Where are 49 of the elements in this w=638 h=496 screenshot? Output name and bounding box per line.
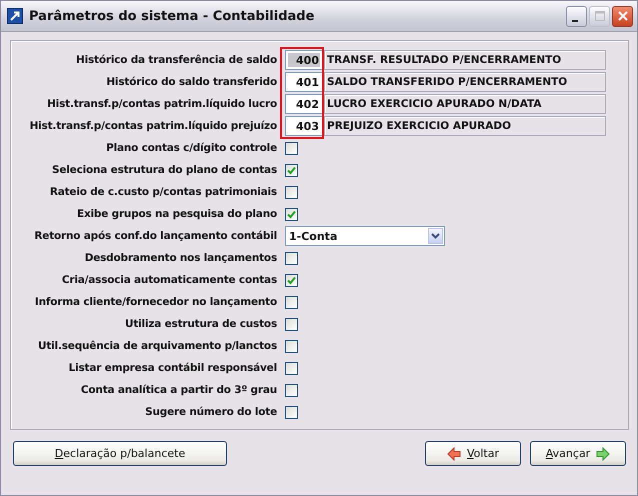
field-label: Utiliza estrutura de custos [124,317,277,332]
code-field[interactable]: 402 [285,94,323,114]
checkbox[interactable] [285,164,298,176]
action-button[interactable]: Voltar [425,441,521,466]
field-label: Hist.transf.p/contas patrim.líquido prejuízo [28,119,277,134]
field-label: Histórico da transferência de saldo [75,53,277,68]
checkbox[interactable] [285,384,298,396]
field-label: Histórico do saldo transferido [105,75,277,90]
field-label: Conta analítica a partir do 3º grau [80,383,277,398]
field-label: Hist.transf.p/contas patrim.líquido lucro [46,97,277,112]
field-label: Cria/associa automaticamente contas [60,273,277,288]
field-label: Seleciona estrutura do plano de contas [50,163,277,178]
checkbox[interactable] [285,296,298,308]
checkbox[interactable] [285,252,298,264]
left-arrow-icon [446,446,461,460]
checkbox[interactable] [285,406,298,418]
checkbox[interactable] [285,208,298,220]
minimize-button[interactable] [566,6,587,26]
field-label: Listar empresa contábil responsável [68,361,277,376]
right-arrow-icon [596,446,610,460]
description-field: TRANSF. RESULTADO P/ENCERRAMENTO [324,50,606,70]
field-label: Util.sequência de arquivamento p/lanctos [37,339,277,354]
checkbox[interactable] [285,186,298,198]
action-button[interactable]: Avançar [530,441,626,466]
code-field[interactable]: 403 [285,116,323,136]
field-label: Informa cliente/fornecedor no lançamento [34,295,277,310]
description-field: PREJUIZO EXERCICIO APURADO [324,116,606,136]
window-title: Parâmetros do sistema - Contabilidade [29,8,316,24]
description-field: SALDO TRANSFERIDO P/ENCERRAMENTO [324,72,606,92]
minimize-icon [572,20,578,22]
close-icon [618,11,628,21]
field-label: Plano contas c/dígito controle [105,141,277,156]
action-button[interactable]: Declaração p/balancete [13,441,227,466]
checkbox[interactable] [285,142,298,154]
description-field: LUCRO EXERCICIO APURADO N/DATA [324,94,606,114]
close-button[interactable] [612,6,633,26]
field-label: Desdobramento nos lançamentos [84,251,277,266]
field-label: Sugere número do lote [144,405,277,420]
code-field[interactable]: 400 [285,50,323,70]
checkbox[interactable] [285,340,298,352]
checkbox[interactable] [285,362,298,374]
field-label: Retorno após conf.do lançamento contábil [33,229,277,244]
field-label: Exibe grupos na pesquisa do plano [76,207,277,222]
code-field[interactable]: 401 [285,72,323,92]
maximize-icon [594,11,604,21]
checkbox[interactable] [285,274,298,286]
field-label: Rateio de c.custo p/contas patrimoniais [48,185,277,200]
dropdown[interactable]: 1-Conta [285,226,445,246]
checkbox[interactable] [285,318,298,330]
